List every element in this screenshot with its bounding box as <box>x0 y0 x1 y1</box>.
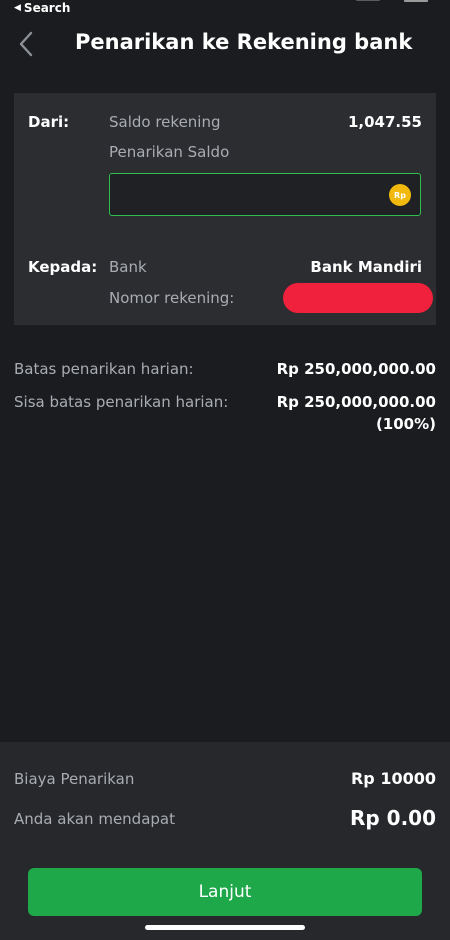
back-search-label: Search <box>23 1 71 15</box>
fee-value: Rp 10000 <box>350 769 436 788</box>
to-label: Kepada: <box>28 258 98 276</box>
back-to-search-link[interactable]: ◀ Search <box>14 1 70 15</box>
battery-icon <box>404 0 428 2</box>
rupiah-coin-icon: Rp <box>389 184 411 206</box>
withdraw-amount-input[interactable] <box>120 182 384 210</box>
remaining-limit-value: Rp 250,000,000.00 <box>276 393 436 411</box>
fee-label: Biaya Penarikan <box>14 770 135 788</box>
withdraw-amount-field[interactable]: Rp <box>109 173 421 216</box>
remaining-limit-percent: (100%) <box>375 415 436 433</box>
nav-bar: Penarikan ke Rekening bank <box>0 20 450 72</box>
back-triangle-icon: ◀ <box>14 3 21 13</box>
bank-value: Bank Mandiri <box>310 258 422 276</box>
signal-icon <box>356 0 380 1</box>
back-button[interactable] <box>8 26 44 62</box>
bank-label: Bank <box>109 258 147 276</box>
status-bar: ◀ Search <box>0 0 450 20</box>
daily-limit-label: Batas penarikan harian: <box>14 360 194 378</box>
home-indicator <box>145 925 305 930</box>
page-title: Penarikan ke Rekening bank <box>75 30 413 54</box>
account-number-label: Nomor rekening: <box>109 289 235 307</box>
summary-sheet: Biaya Penarikan Rp 10000 Anda akan menda… <box>0 742 450 940</box>
withdraw-amount-label: Penarikan Saldo <box>109 143 230 161</box>
from-label: Dari: <box>28 113 70 131</box>
account-number-redaction <box>283 283 433 313</box>
receive-value: Rp 0.00 <box>349 806 436 830</box>
continue-button[interactable]: Lanjut <box>28 868 422 916</box>
receive-label: Anda akan mendapat <box>14 810 175 828</box>
transfer-details-panel: Dari: Saldo rekening 1,047.55 Penarikan … <box>14 93 436 325</box>
remaining-limit-label: Sisa batas penarikan harian: <box>14 393 229 411</box>
balance-value: 1,047.55 <box>347 113 422 131</box>
chevron-left-icon <box>19 31 33 57</box>
daily-limit-value: Rp 250,000,000.00 <box>276 360 436 378</box>
balance-label: Saldo rekening <box>109 113 221 131</box>
